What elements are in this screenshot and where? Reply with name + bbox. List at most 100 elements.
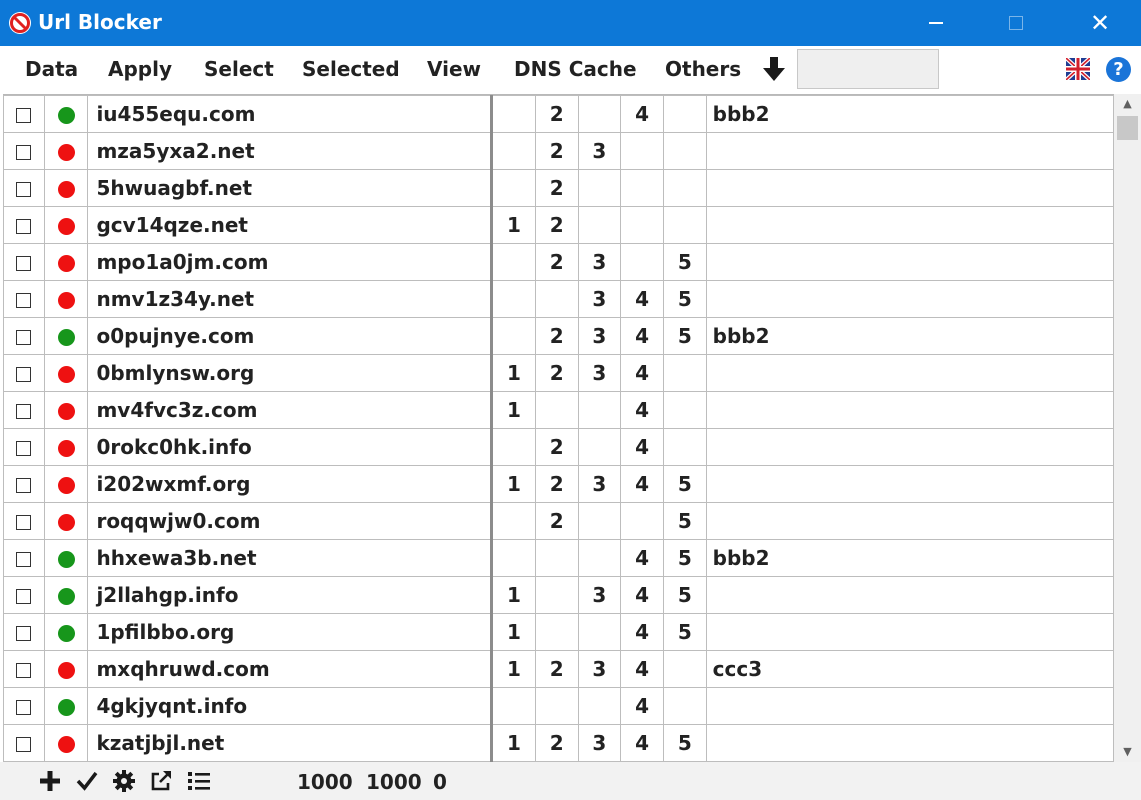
url-cell[interactable]: j2llahgp.info bbox=[87, 576, 494, 614]
row-checkbox[interactable] bbox=[16, 515, 32, 530]
row-checkbox[interactable] bbox=[16, 552, 32, 567]
url-cell[interactable]: roqqwjw0.com bbox=[87, 502, 494, 540]
table-row[interactable]: mv4fvc3z.com 1 4 bbox=[3, 391, 1114, 429]
list-flag-cell: 1 bbox=[491, 391, 536, 429]
list-flag-cell: 3 bbox=[577, 280, 622, 318]
menu-input-field[interactable] bbox=[797, 49, 939, 89]
row-checkbox[interactable] bbox=[16, 182, 32, 197]
menu-view[interactable]: View bbox=[427, 57, 481, 81]
table-row[interactable]: kzatjbjl.net 1 2 3 4 5 bbox=[3, 724, 1114, 762]
url-cell[interactable]: mza5yxa2.net bbox=[87, 132, 494, 170]
table-row[interactable]: mxqhruwd.com 1 2 3 4 ccc3 bbox=[3, 650, 1114, 688]
menu-apply[interactable]: Apply bbox=[108, 57, 172, 81]
table-row[interactable]: 5hwuagbf.net 2 bbox=[3, 169, 1114, 207]
gear-icon[interactable] bbox=[111, 768, 137, 794]
row-checkbox[interactable] bbox=[16, 441, 32, 456]
table-row[interactable]: nmv1z34y.net 3 4 5 bbox=[3, 280, 1114, 318]
url-cell[interactable]: 5hwuagbf.net bbox=[87, 169, 494, 207]
row-checkbox[interactable] bbox=[16, 256, 32, 271]
status-cell bbox=[43, 95, 89, 133]
maximize-button[interactable] bbox=[988, 0, 1044, 46]
list-flag-cell: 3 bbox=[577, 354, 622, 392]
list-flag-cell: 5 bbox=[662, 576, 707, 614]
row-checkbox[interactable] bbox=[16, 737, 32, 752]
url-cell[interactable]: iu455equ.com bbox=[87, 95, 494, 133]
list-flag-cell bbox=[577, 613, 622, 651]
list-flag-cell: 2 bbox=[534, 206, 579, 244]
scroll-down-icon[interactable]: ▼ bbox=[1114, 742, 1141, 762]
status-dot-icon bbox=[57, 440, 75, 457]
menu-others[interactable]: Others bbox=[665, 57, 741, 81]
down-arrow-icon[interactable] bbox=[760, 53, 788, 85]
row-checkbox[interactable] bbox=[16, 367, 32, 382]
row-checkbox[interactable] bbox=[16, 145, 32, 160]
url-cell[interactable]: mv4fvc3z.com bbox=[87, 391, 494, 429]
list-flag-cell bbox=[662, 206, 707, 244]
minimize-button[interactable] bbox=[908, 0, 964, 46]
list-flag-cell: 1 bbox=[491, 576, 536, 614]
row-checkbox[interactable] bbox=[16, 589, 32, 604]
status-cell bbox=[43, 317, 89, 355]
url-cell[interactable]: hhxewa3b.net bbox=[87, 539, 494, 577]
url-cell[interactable]: gcv14qze.net bbox=[87, 206, 494, 244]
list-flag-cell bbox=[620, 502, 664, 540]
table-row[interactable]: 0rokc0hk.info 2 4 bbox=[3, 428, 1114, 466]
table-row[interactable]: iu455equ.com 2 4 bbb2 bbox=[3, 95, 1114, 133]
menu-select[interactable]: Select bbox=[204, 57, 274, 81]
tag-cell bbox=[705, 502, 1114, 540]
url-table: iu455equ.com 2 4 bbb2 mza5yxa2.net 2 3 5hwuagbf… bbox=[3, 94, 1114, 763]
row-checkbox-cell bbox=[3, 465, 45, 503]
row-checkbox[interactable] bbox=[16, 478, 32, 493]
checkmark-icon[interactable] bbox=[74, 768, 100, 794]
uk-flag-icon[interactable] bbox=[1066, 58, 1090, 80]
table-row[interactable]: 0bmlynsw.org 1 2 3 4 bbox=[3, 354, 1114, 392]
menu-dns-cache[interactable]: DNS Cache bbox=[514, 57, 637, 81]
title-bar[interactable]: Url Blocker ✕ bbox=[0, 0, 1141, 46]
url-cell[interactable]: kzatjbjl.net bbox=[87, 724, 494, 762]
table-row[interactable]: 4gkjyqnt.info 4 bbox=[3, 687, 1114, 725]
url-cell[interactable]: o0pujnye.com bbox=[87, 317, 494, 355]
list-flag-cell bbox=[662, 132, 707, 170]
scroll-up-icon[interactable]: ▲ bbox=[1114, 94, 1141, 114]
row-checkbox[interactable] bbox=[16, 219, 32, 234]
row-checkbox[interactable] bbox=[16, 700, 32, 715]
row-checkbox[interactable] bbox=[16, 663, 32, 678]
status-cell bbox=[43, 576, 89, 614]
url-cell[interactable]: i202wxmf.org bbox=[87, 465, 494, 503]
list-flag-cell bbox=[577, 539, 622, 577]
row-checkbox[interactable] bbox=[16, 626, 32, 641]
table-row[interactable]: mpo1a0jm.com 2 3 5 bbox=[3, 243, 1114, 281]
list-icon[interactable] bbox=[186, 768, 212, 794]
url-cell[interactable]: mpo1a0jm.com bbox=[87, 243, 494, 281]
close-button[interactable]: ✕ bbox=[1072, 0, 1128, 46]
list-flag-cell: 3 bbox=[577, 724, 622, 762]
url-cell[interactable]: 4gkjyqnt.info bbox=[87, 687, 494, 725]
url-cell[interactable]: 1pfilbbo.org bbox=[87, 613, 494, 651]
url-cell[interactable]: nmv1z34y.net bbox=[87, 280, 494, 318]
vertical-scrollbar[interactable]: ▲ ▼ bbox=[1114, 94, 1141, 762]
menu-selected[interactable]: Selected bbox=[302, 57, 400, 81]
row-checkbox[interactable] bbox=[16, 330, 32, 345]
tag-cell bbox=[705, 428, 1114, 466]
table-row[interactable]: i202wxmf.org 1 2 3 4 5 bbox=[3, 465, 1114, 503]
menu-data[interactable]: Data bbox=[25, 57, 78, 81]
url-cell[interactable]: 0bmlynsw.org bbox=[87, 354, 494, 392]
list-flag-cell bbox=[620, 132, 664, 170]
table-row[interactable]: 1pfilbbo.org 1 4 5 bbox=[3, 613, 1114, 651]
url-cell[interactable]: mxqhruwd.com bbox=[87, 650, 494, 688]
table-row[interactable]: hhxewa3b.net 4 5 bbb2 bbox=[3, 539, 1114, 577]
row-checkbox[interactable] bbox=[16, 108, 32, 123]
url-cell[interactable]: 0rokc0hk.info bbox=[87, 428, 494, 466]
scrollbar-thumb[interactable] bbox=[1117, 116, 1138, 140]
table-row[interactable]: mza5yxa2.net 2 3 bbox=[3, 132, 1114, 170]
row-checkbox[interactable] bbox=[16, 293, 32, 308]
table-row[interactable]: o0pujnye.com 2 3 4 5 bbb2 bbox=[3, 317, 1114, 355]
table-row[interactable]: roqqwjw0.com 2 5 bbox=[3, 502, 1114, 540]
table-row[interactable]: gcv14qze.net 1 2 bbox=[3, 206, 1114, 244]
external-link-icon[interactable] bbox=[148, 768, 174, 794]
plus-icon[interactable] bbox=[37, 768, 63, 794]
help-icon[interactable]: ? bbox=[1106, 57, 1131, 82]
row-checkbox[interactable] bbox=[16, 404, 32, 419]
table-row[interactable]: j2llahgp.info 1 3 4 5 bbox=[3, 576, 1114, 614]
list-flag-cell: 2 bbox=[534, 465, 579, 503]
